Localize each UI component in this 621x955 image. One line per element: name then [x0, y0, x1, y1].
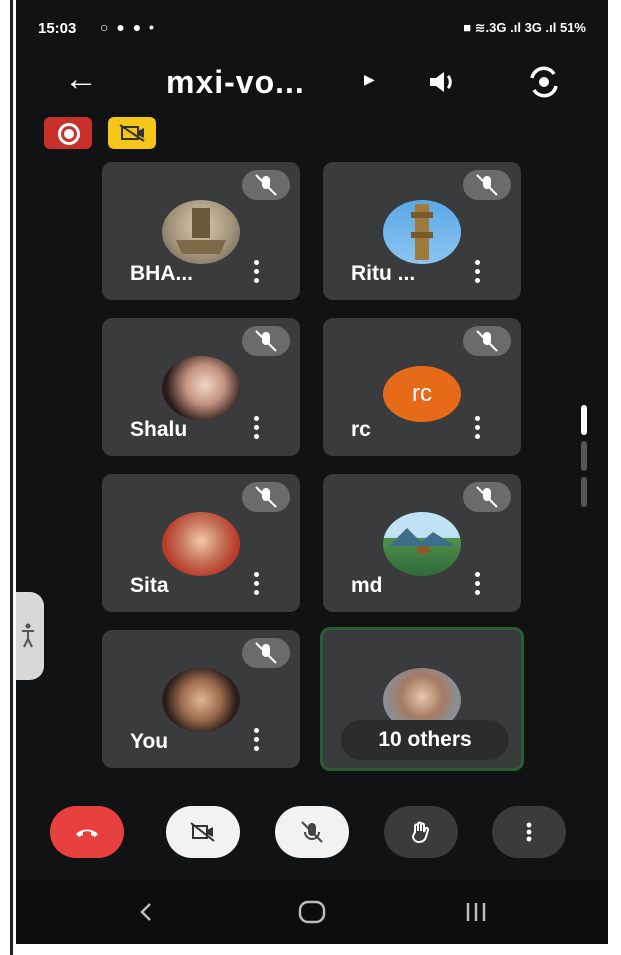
nav-back-icon[interactable] [140, 903, 151, 921]
meeting-title[interactable]: mxi-vo... [166, 64, 305, 101]
scroll-thumb[interactable] [581, 405, 587, 435]
raise-hand-button[interactable] [384, 806, 458, 858]
others-tile[interactable]: 10 others [320, 627, 524, 771]
more-vert-icon [526, 822, 532, 842]
phone-screen: 15:03 ○ ● ● • ■ ≋.3G .ıl 3G .ıl 51% ← mx… [16, 0, 608, 944]
scroll-track [581, 477, 587, 507]
video-off-icon [119, 124, 145, 142]
more-options-button[interactable] [492, 806, 566, 858]
avatar [162, 200, 240, 264]
participant-name: Shalu [130, 418, 188, 441]
mic-off-icon [242, 170, 290, 200]
participant-name: BHA... [130, 262, 193, 285]
camera-off-badge [108, 117, 156, 149]
more-vert-icon[interactable] [250, 260, 262, 288]
system-nav-bar [16, 880, 608, 944]
participant-tile[interactable]: Ritu ... [323, 162, 521, 300]
more-vert-icon[interactable] [471, 572, 483, 600]
participant-tile[interactable]: BHA... [102, 162, 300, 300]
mic-off-icon [463, 326, 511, 356]
notification-icons: ○ ● ● • [100, 19, 156, 35]
meeting-header: ← mxi-vo... ▶ [16, 58, 608, 108]
participant-tile-self[interactable]: You [102, 630, 300, 768]
avatar [162, 668, 240, 732]
participant-tile[interactable]: Shalu [102, 318, 300, 456]
hand-icon [411, 821, 430, 844]
speaker-icon[interactable] [426, 66, 458, 103]
participant-tile[interactable]: Sita [102, 474, 300, 612]
avatar [162, 512, 240, 576]
participant-name: rc [351, 418, 371, 441]
scroll-track [581, 441, 587, 471]
status-bar: 15:03 ○ ● ● • ■ ≋.3G .ıl 3G .ıl 51% [16, 18, 608, 44]
phone-hangup-icon [76, 829, 98, 837]
status-right-icons: ■ ≋.3G .ıl 3G .ıl 51% [463, 20, 586, 35]
camera-switch-icon[interactable] [526, 64, 562, 105]
mic-off-icon [242, 326, 290, 356]
accessibility-icon [22, 623, 34, 648]
page-edge [10, 0, 13, 955]
mic-off-icon [301, 821, 323, 843]
more-vert-icon[interactable] [471, 416, 483, 444]
participant-name: You [130, 730, 169, 753]
avatar [162, 356, 240, 420]
caret-right-icon[interactable]: ▶ [364, 71, 375, 88]
others-count-label: 10 others [341, 720, 509, 760]
accessibility-handle[interactable] [16, 592, 44, 680]
mic-off-icon [463, 170, 511, 200]
avatar-initials: rc [383, 366, 461, 422]
participant-tile[interactable]: rc rc [323, 318, 521, 456]
end-call-button[interactable] [50, 806, 124, 858]
camera-toggle-button[interactable] [166, 806, 240, 858]
arrow-left-icon[interactable]: ← [64, 62, 98, 96]
status-time: 15:03 [38, 20, 77, 37]
scrollbar[interactable] [581, 405, 587, 515]
nav-home-icon[interactable] [298, 900, 326, 924]
mic-off-icon [463, 482, 511, 512]
recording-badge [44, 117, 92, 149]
more-vert-icon[interactable] [250, 728, 262, 756]
video-off-icon [190, 822, 215, 842]
avatar [383, 200, 461, 264]
participant-name: md [351, 574, 383, 597]
participant-tile[interactable]: md [323, 474, 521, 612]
record-dot-icon [64, 129, 74, 139]
more-vert-icon[interactable] [250, 572, 262, 600]
mic-toggle-button[interactable] [275, 806, 349, 858]
participant-name: Ritu ... [351, 262, 416, 285]
mic-off-icon [242, 482, 290, 512]
more-vert-icon[interactable] [250, 416, 262, 444]
participant-name: Sita [130, 574, 169, 597]
more-vert-icon[interactable] [471, 260, 483, 288]
nav-recents-icon[interactable] [466, 903, 486, 921]
avatar [383, 512, 461, 576]
mic-off-icon [242, 638, 290, 668]
